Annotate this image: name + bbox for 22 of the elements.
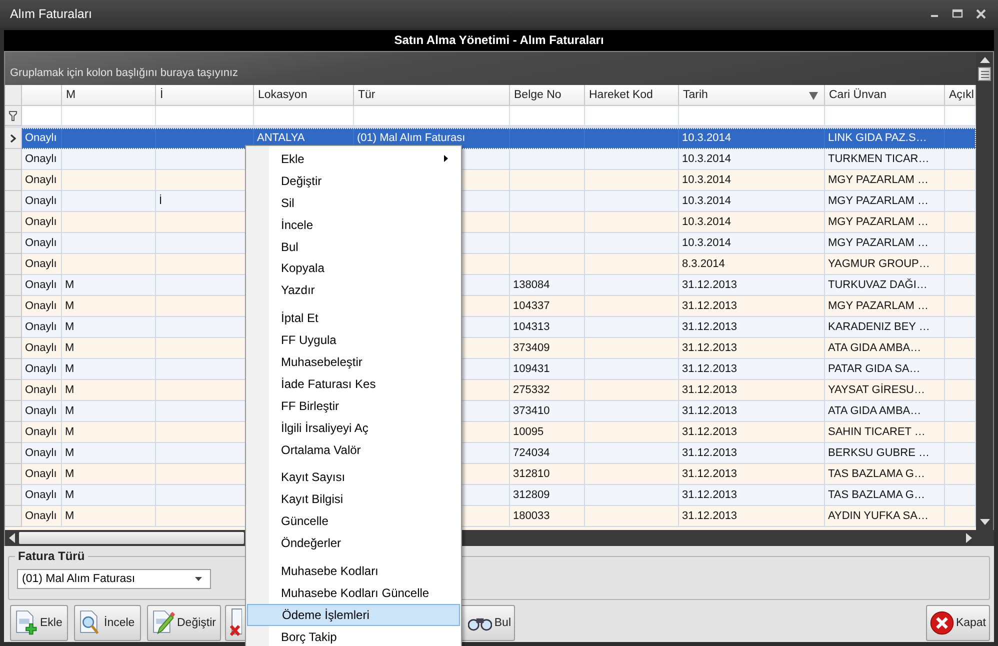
close-button[interactable]: Kapat [926, 605, 990, 641]
group-panel-hint: Gruplamak için kolon başlığını buraya taşıyınız [10, 67, 238, 80]
menu-item[interactable]: İncele [247, 214, 460, 236]
menu-item[interactable]: Değiştir [247, 170, 460, 192]
menu-item[interactable]: Ödeme İşlemleri [247, 604, 460, 626]
table-cell: Onaylı [22, 506, 62, 528]
table-cell: 31.12.2013 [679, 506, 825, 528]
group-box-label: Fatura Türü [15, 549, 88, 563]
table-cell: M [62, 506, 156, 528]
menu-item[interactable]: Muhasebe Kodları Güncelle [247, 582, 460, 604]
add-button[interactable]: Ekle [10, 605, 68, 641]
menu-item[interactable]: Ekle [247, 148, 460, 170]
menu-item[interactable]: Öndeğerler [247, 532, 460, 554]
table-row[interactable]: Onaylı ANTALYA (01) Mal Alım Faturası 10.3.2014 LINK GIDA PAZ.S… [5, 128, 976, 150]
fatura-turu-dropdown[interactable]: (01) Mal Alım Faturası [17, 569, 211, 589]
inspect-button[interactable]: İncele [74, 605, 141, 641]
table-cell: 180033 [510, 506, 585, 528]
header-title: Satın Alma Yönetimi - Alım Faturaları [394, 33, 604, 48]
window-title: Alım Faturaları [10, 6, 92, 21]
edit-button[interactable]: Değiştir [147, 605, 221, 641]
menu-item[interactable]: Muhasebe Kodları [247, 560, 460, 582]
table-cell: AYDIN YUFKA SA… [825, 506, 945, 528]
